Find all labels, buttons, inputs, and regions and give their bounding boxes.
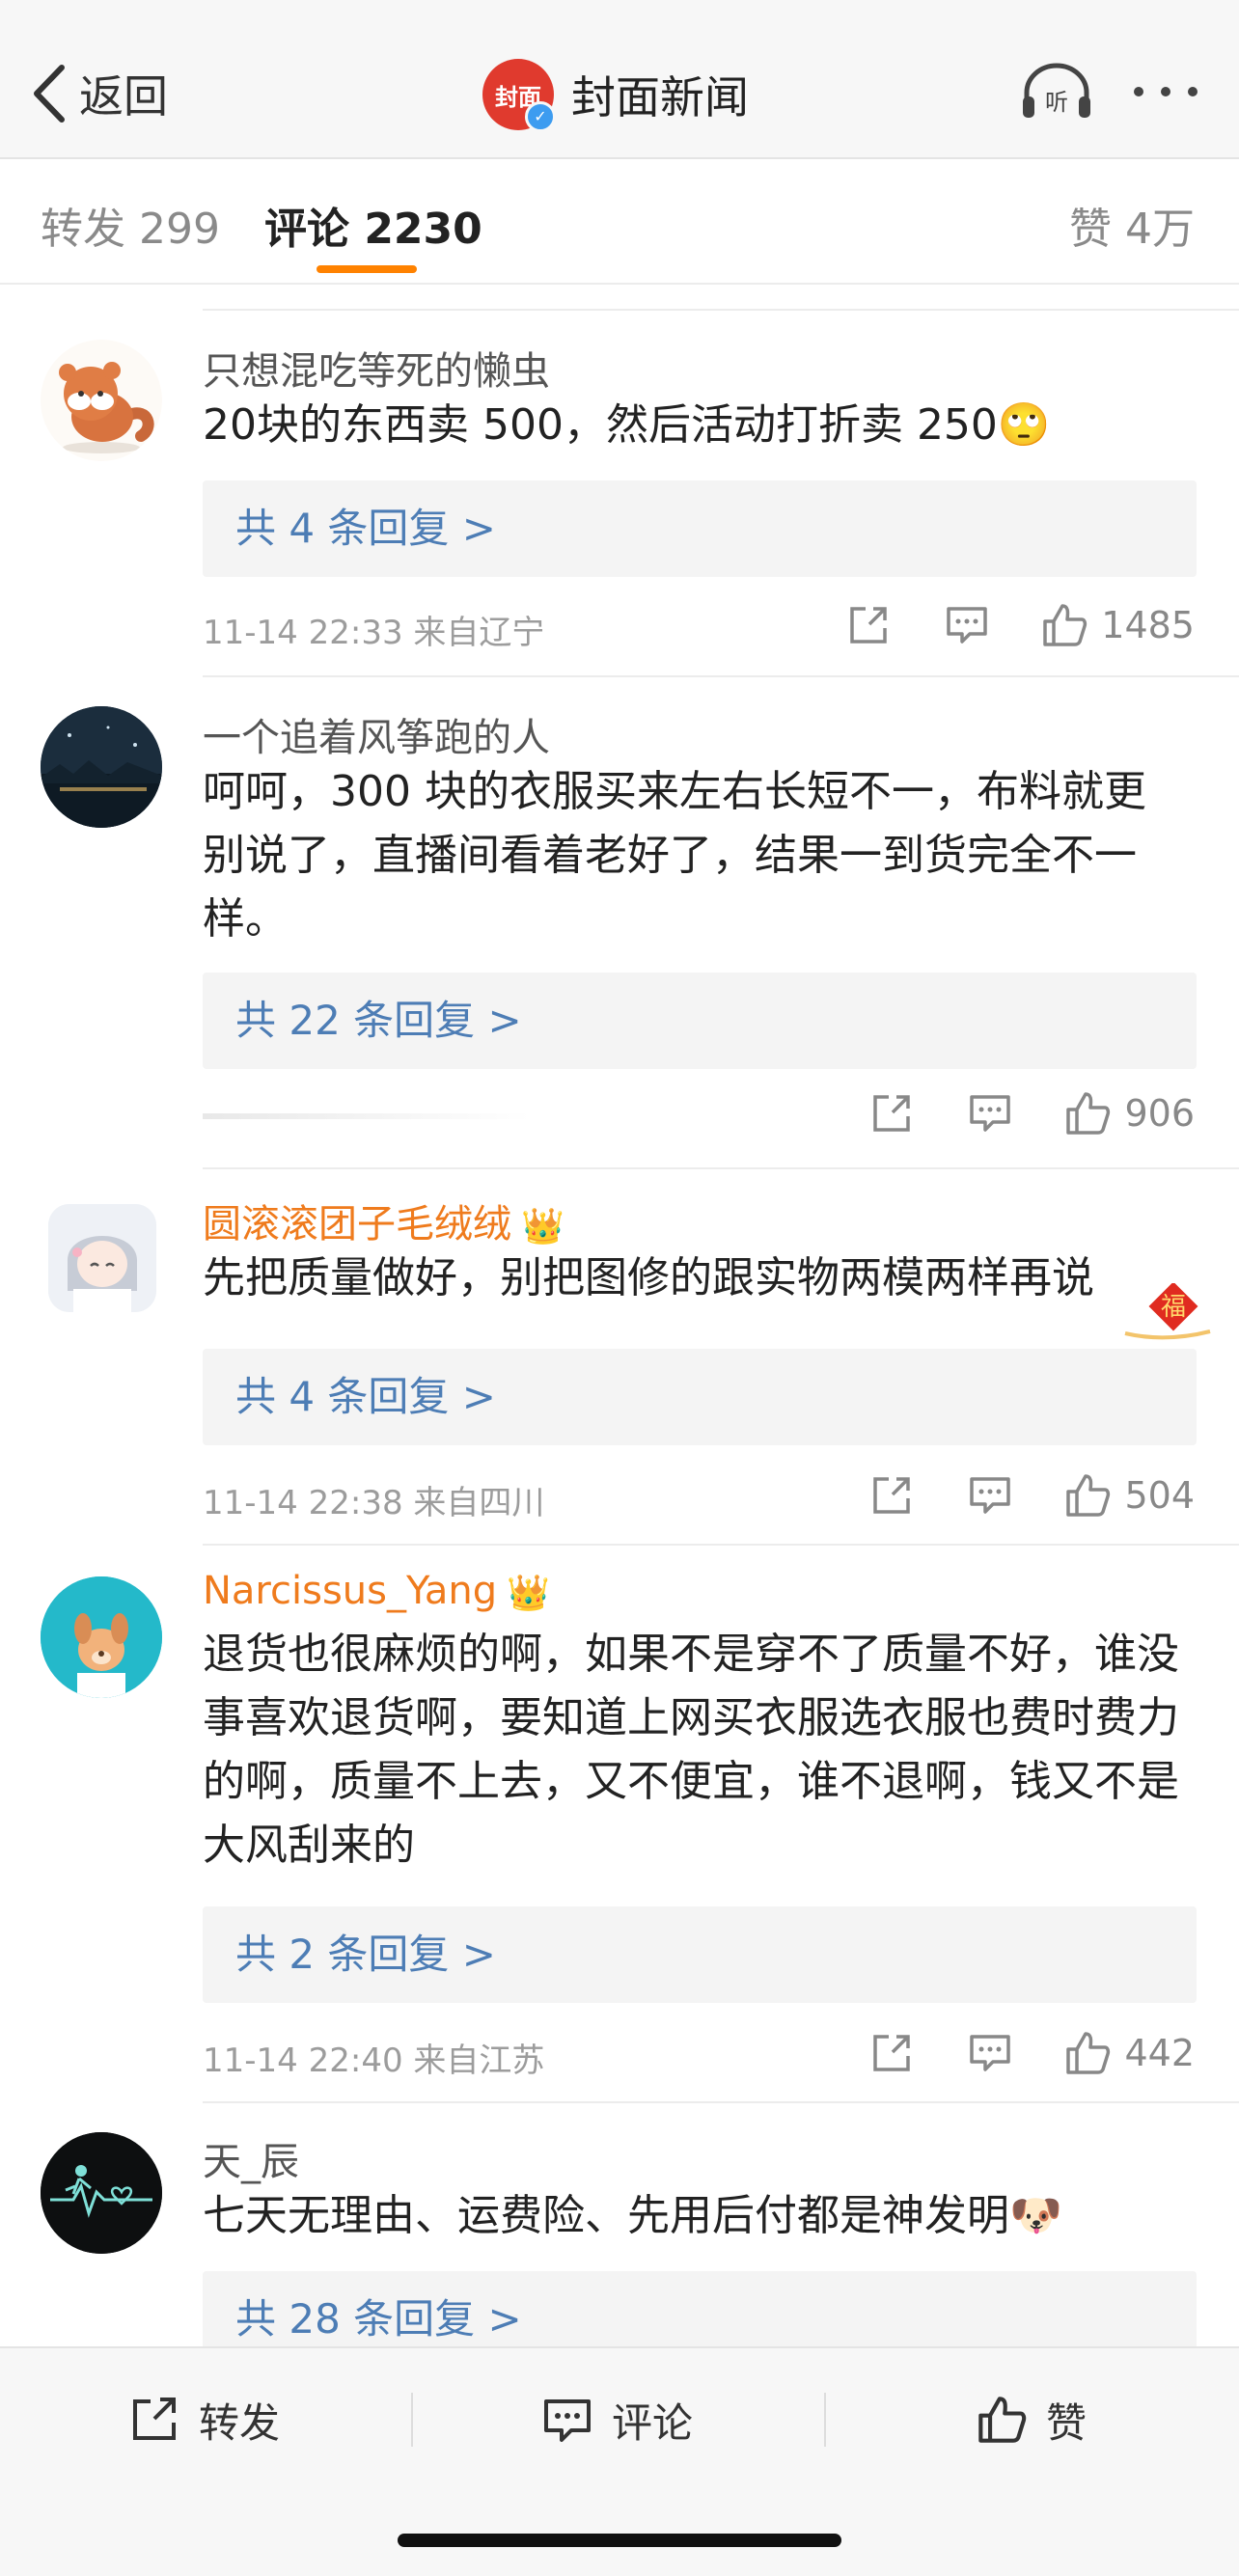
- toolbar-separator: [411, 2393, 413, 2447]
- home-indicator[interactable]: [398, 2534, 841, 2547]
- tab-likes[interactable]: 赞 4万: [1069, 194, 1195, 256]
- like-button[interactable]: 赞: [977, 2391, 1087, 2449]
- username-text: 圆滚滚团子毛绒绒: [203, 1202, 511, 1247]
- view-replies-button[interactable]: 共 22 条回复 >: [203, 973, 1197, 1069]
- comment-text: 退货也很麻烦的啊，如果不是穿不了质量不好，谁没事喜欢退货啊，要知道上网买衣服选衣…: [203, 1630, 1179, 1870]
- like-count: 442: [1124, 2032, 1195, 2074]
- like-count: 1485: [1101, 604, 1195, 646]
- divider: [203, 675, 1239, 677]
- more-dots-icon[interactable]: [1131, 81, 1200, 102]
- comment-text: 先把质量做好，别把图修的跟实物两模两样再说: [203, 1253, 1094, 1302]
- top-nav-bar: 返回 封面 ✓ 封面新闻 听: [0, 0, 1239, 159]
- heartbeat-runner-avatar-icon: [41, 2132, 162, 2254]
- username-text: Narcissus_Yang: [203, 1569, 498, 1613]
- comment-icon[interactable]: [945, 603, 989, 647]
- dog-avatar-icon: [41, 1576, 162, 1698]
- chevron-left-icon: [34, 65, 65, 123]
- comment-meta: 11-14 22:33 来自辽宁: [203, 614, 545, 652]
- forward-button[interactable]: 转发: [129, 2391, 280, 2449]
- like-icon[interactable]: [1064, 2030, 1111, 2076]
- comment-username[interactable]: 只想混吃等死的懒虫: [203, 340, 550, 396]
- comment-username[interactable]: Narcissus_Yang 👑: [203, 1569, 550, 1613]
- back-button[interactable]: 返回: [31, 60, 168, 127]
- view-replies-button[interactable]: 共 4 条回复 >: [203, 1349, 1197, 1445]
- comment-username[interactable]: 天_辰: [203, 2130, 299, 2186]
- comment-meta: 11-14 22:40 来自江苏: [203, 2042, 545, 2080]
- comment-actions: 1485: [846, 600, 1195, 650]
- comment-actions: 504: [869, 1470, 1195, 1521]
- divider: [203, 309, 1239, 311]
- avatar[interactable]: [41, 2132, 162, 2254]
- avatar[interactable]: [41, 1576, 162, 1698]
- forward-label: 转发: [199, 2398, 281, 2447]
- comment-username[interactable]: 圆滚滚团子毛绒绒 👑: [203, 1192, 564, 1248]
- thumbs-up-icon: [978, 2397, 1027, 2443]
- fu-badge-icon: 福: [1124, 1283, 1211, 1340]
- comment-meta: 11-14 22:38 来自四川: [203, 1484, 545, 1522]
- like-icon[interactable]: [1041, 602, 1088, 648]
- like-icon[interactable]: [1064, 1472, 1111, 1519]
- account-header[interactable]: 封面 ✓ 封面新闻: [482, 58, 749, 132]
- comment-text: 呵呵，300 块的衣服买来左右长短不一，布料就更别说了，直播间看着老好了，结果一…: [203, 767, 1146, 944]
- comment-actions: 442: [869, 2028, 1195, 2078]
- red-panda-avatar-icon: [59, 362, 154, 453]
- vip-crown-icon: 👑: [507, 1574, 550, 1613]
- divider: [203, 1544, 1239, 1546]
- like-count: 906: [1124, 1092, 1195, 1135]
- brand-logo: 封面 ✓: [482, 59, 556, 132]
- comment-icon[interactable]: [968, 1091, 1012, 1136]
- like-count: 504: [1124, 1474, 1195, 1517]
- headphones-listen-icon[interactable]: 听: [1019, 62, 1094, 122]
- comment-text: 七天无理由、运费险、先用后付都是神发明🐶: [203, 2191, 1062, 2240]
- divider: [203, 1167, 1239, 1169]
- tab-forward[interactable]: 转发 299: [41, 194, 220, 256]
- comment-meta-placeholder: [203, 1113, 531, 1119]
- comment-actions: 906: [869, 1088, 1195, 1138]
- verified-badge-icon: ✓: [525, 101, 556, 132]
- svg-text:听: 听: [1045, 89, 1068, 116]
- tab-comments[interactable]: 评论 2230: [264, 194, 482, 256]
- avatar[interactable]: [41, 340, 162, 461]
- share-icon[interactable]: [869, 2031, 914, 2075]
- active-tab-indicator: [317, 265, 417, 273]
- share-icon[interactable]: [869, 1473, 914, 1518]
- avatar[interactable]: [41, 706, 162, 828]
- detail-tabs: 转发 299 评论 2230 赞 4万: [0, 159, 1239, 285]
- comment-icon[interactable]: [968, 2031, 1012, 2075]
- anime-girl-avatar-icon: [48, 1204, 156, 1312]
- night-landscape-avatar-icon: [41, 706, 162, 828]
- share-icon[interactable]: [846, 603, 891, 647]
- like-icon[interactable]: [1064, 1090, 1111, 1137]
- vip-crown-icon: 👑: [521, 1207, 564, 1247]
- comment-bubble-icon: [544, 2399, 591, 2442]
- share-icon[interactable]: [869, 1091, 914, 1136]
- comment-icon[interactable]: [968, 1473, 1012, 1518]
- comment-text: 20块的东西卖 500，然后活动打折卖 250🙄: [203, 400, 1051, 450]
- fu-badge-text: 福: [1161, 1293, 1186, 1322]
- back-label: 返回: [79, 70, 168, 123]
- avatar[interactable]: [48, 1204, 156, 1312]
- view-replies-button[interactable]: 共 2 条回复 >: [203, 1906, 1197, 2003]
- divider: [203, 2101, 1239, 2103]
- toolbar-separator: [824, 2393, 826, 2447]
- forward-share-icon: [133, 2398, 176, 2440]
- comment-button[interactable]: 评论: [542, 2391, 693, 2449]
- comment-username[interactable]: 一个追着风筝跑的人: [203, 706, 550, 762]
- like-label: 赞: [1046, 2398, 1088, 2447]
- view-replies-button[interactable]: 共 4 条回复 >: [203, 480, 1197, 577]
- account-name: 封面新闻: [571, 71, 749, 123]
- comment-label: 评论: [612, 2398, 694, 2447]
